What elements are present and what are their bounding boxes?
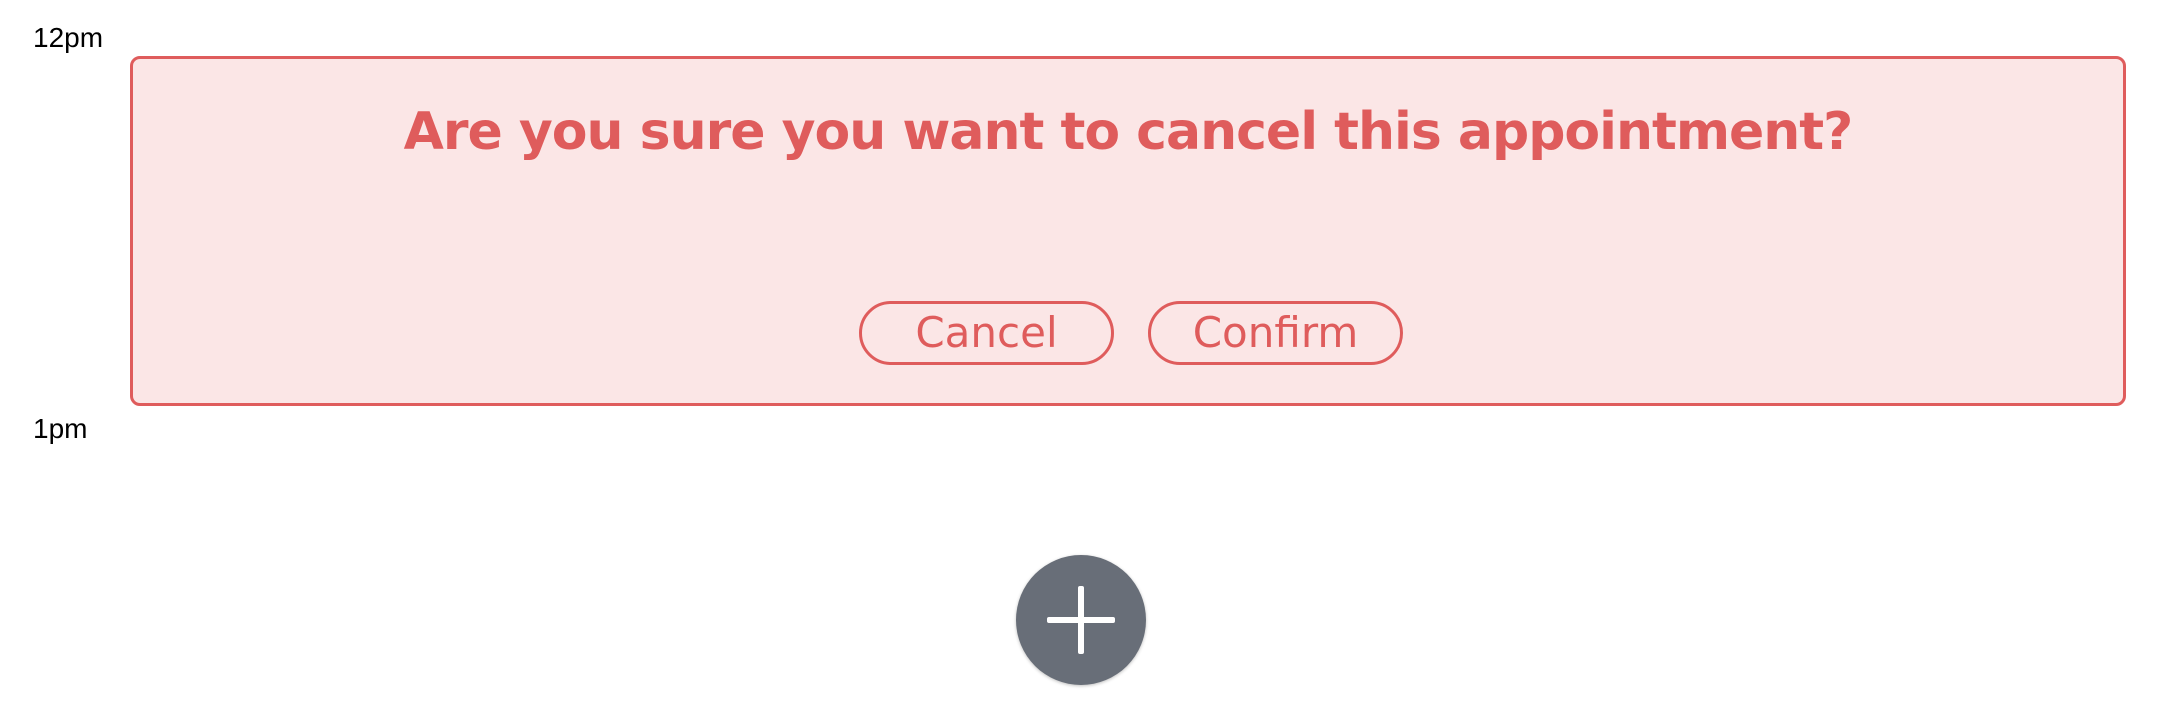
time-label-1pm: 1pm	[33, 413, 88, 444]
cancel-button[interactable]: Cancel	[859, 301, 1114, 365]
plus-icon	[1047, 586, 1115, 654]
time-label-12pm: 12pm	[33, 22, 104, 53]
add-appointment-button[interactable]	[1016, 555, 1146, 685]
confirm-button[interactable]: Confirm	[1148, 301, 1403, 365]
confirmation-question: Are you sure you want to cancel this app…	[403, 102, 1854, 162]
cancel-appointment-confirmation: Are you sure you want to cancel this app…	[130, 56, 2126, 406]
